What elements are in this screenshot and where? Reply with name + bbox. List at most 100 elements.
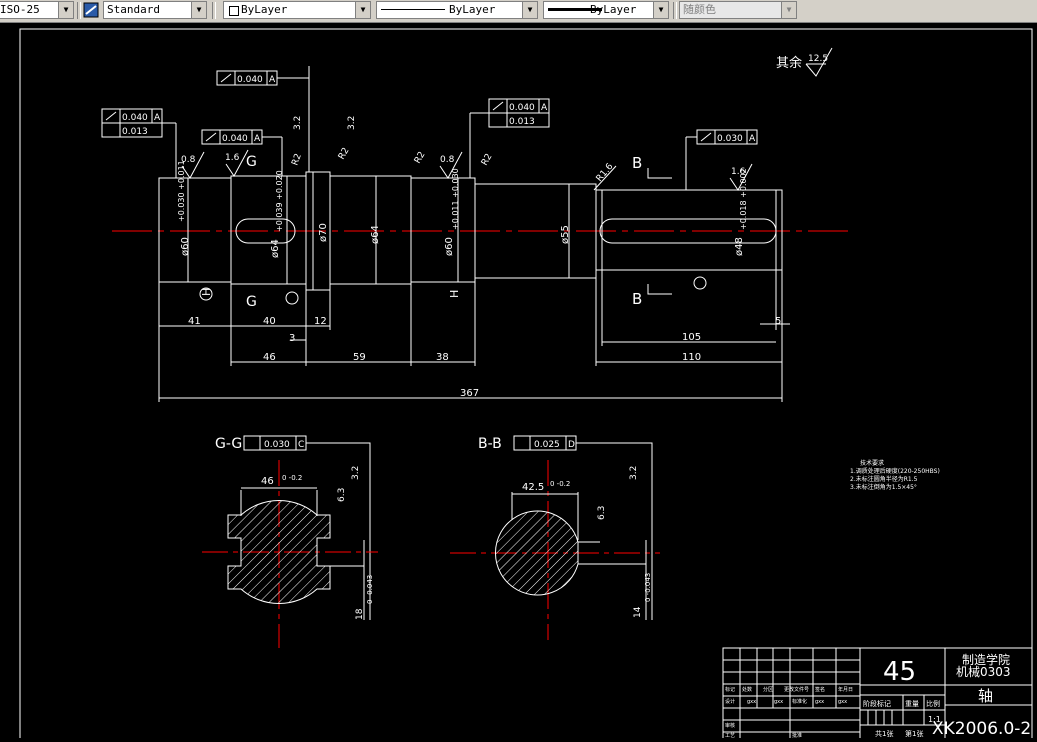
roughness-16-a: 1.6 bbox=[225, 153, 240, 163]
title-row-label-3: 分区 bbox=[763, 686, 773, 693]
dia-60a-label: ø60 bbox=[180, 237, 191, 256]
tol-value: 0.040 bbox=[222, 134, 248, 144]
dia-48-label: ø48 bbox=[734, 237, 745, 256]
dim-110: 110 bbox=[682, 352, 701, 363]
radius-r2-a: R2 bbox=[290, 152, 303, 167]
chevron-down-icon[interactable]: ▼ bbox=[653, 2, 668, 18]
dimstyle-dropdown[interactable]: ISO-25 ▼ bbox=[0, 1, 74, 19]
properties-toolbar: ISO-25 ▼ Standard ▼ ByLayer ▼ ByLayer ▼ … bbox=[0, 0, 1037, 23]
section-gg-tol: 0.030 bbox=[264, 440, 290, 450]
roughness-32-b: 3.2 bbox=[347, 116, 357, 130]
text-style-icon[interactable] bbox=[83, 2, 99, 18]
tol-value: 0.040 bbox=[509, 103, 535, 113]
chevron-down-icon[interactable]: ▼ bbox=[58, 2, 73, 18]
section-gg-18: 18 bbox=[355, 608, 365, 620]
section-bb-shape bbox=[495, 510, 579, 596]
dim-105: 105 bbox=[682, 332, 701, 343]
section-bb-14-tol: 0 -0.043 bbox=[644, 573, 652, 602]
tol-datum: A bbox=[254, 134, 261, 144]
datum-h: H bbox=[448, 290, 461, 298]
roughness-08-b: 0.8 bbox=[440, 155, 455, 165]
dim-3: 3 bbox=[289, 333, 295, 344]
radius-r2-c: R2 bbox=[413, 150, 428, 165]
tol-datum: A bbox=[269, 75, 276, 85]
section-b-top: B bbox=[632, 154, 642, 172]
section-gg-roughness: 3.2 bbox=[351, 466, 361, 480]
linetype-dropdown[interactable]: ByLayer ▼ bbox=[376, 1, 538, 19]
other-roughness-label: 其余 bbox=[776, 55, 802, 71]
chevron-down-icon[interactable]: ▼ bbox=[522, 2, 537, 18]
plotstyle-dropdown[interactable]: 随颜色 ▼ bbox=[679, 1, 797, 19]
tol-frame-mid: 0.040 A 0.013 bbox=[469, 98, 550, 178]
tol-value: 0.040 bbox=[237, 75, 263, 85]
chevron-down-icon[interactable]: ▼ bbox=[355, 2, 370, 18]
section-bb-63: 6.3 bbox=[597, 506, 607, 520]
section-gg-46-tol: 0 -0.2 bbox=[282, 474, 302, 482]
dim-12: 12 bbox=[314, 316, 327, 327]
review-label: 审核 bbox=[725, 722, 735, 729]
dim-38: 38 bbox=[436, 352, 449, 363]
tol-datum: A bbox=[749, 134, 756, 144]
section-bb-roughness: 3.2 bbox=[629, 466, 639, 480]
dimstyle-value: ISO-25 bbox=[0, 3, 40, 16]
section-b-arrow-top bbox=[647, 168, 672, 179]
section-bb-14: 14 bbox=[633, 606, 643, 618]
note-2: 2.未标注圆角半径为R1.5 bbox=[850, 475, 918, 483]
section-gg-shape bbox=[227, 499, 331, 605]
plotstyle-value: 随颜色 bbox=[683, 3, 716, 16]
section-gg-label: G-G bbox=[215, 436, 242, 452]
chevron-down-icon[interactable]: ▼ bbox=[781, 2, 796, 18]
section-gg-datum: C bbox=[298, 440, 304, 450]
datum-a-circle bbox=[693, 276, 707, 290]
tol-frame-g: 0.040 A bbox=[201, 129, 283, 176]
notes-title: 技术要求 bbox=[860, 459, 884, 467]
stage-label: 阶段标记 bbox=[863, 699, 891, 708]
title-row-label-1: 标记 bbox=[725, 686, 735, 693]
radius-r2-d: R2 bbox=[480, 152, 495, 167]
title-row-label-2: 处数 bbox=[742, 686, 752, 693]
color-dropdown[interactable]: ByLayer ▼ bbox=[223, 1, 371, 19]
textstyle-dropdown[interactable]: Standard ▼ bbox=[103, 1, 207, 19]
process-label: 工艺 bbox=[725, 733, 735, 738]
drawing-canvas[interactable]: 其余 12.5 ø60 +0.030 +0.011 ø64 +0.039 +0.… bbox=[0, 22, 1037, 742]
dim-41: 41 bbox=[188, 316, 201, 327]
section-bb-425: 42.5 bbox=[522, 482, 544, 493]
other-roughness-value: 12.5 bbox=[808, 54, 828, 64]
radius-r16: R1.6 bbox=[595, 162, 616, 184]
linetype-sample bbox=[381, 9, 445, 10]
section-bb-leader bbox=[576, 442, 653, 620]
section-bb-tol: 0.025 bbox=[534, 440, 560, 450]
dim-46: 46 bbox=[263, 352, 276, 363]
dia-60b-label: ø60 bbox=[444, 237, 455, 256]
drawing-frame bbox=[19, 28, 1033, 742]
datum-h-left: H bbox=[200, 288, 213, 296]
sheets-total: 共1张 bbox=[875, 729, 893, 738]
part-name: 轴 bbox=[978, 687, 993, 705]
dim-59: 59 bbox=[353, 352, 366, 363]
dia-64-tol: +0.039 +0.020 bbox=[275, 170, 284, 232]
drawing-number: XK2006.0-2 bbox=[932, 719, 1031, 738]
lineweight-dropdown[interactable]: ByLayer ▼ bbox=[543, 1, 669, 19]
toolbar-separator bbox=[212, 2, 216, 19]
chevron-down-icon[interactable]: ▼ bbox=[191, 2, 206, 18]
dim-367: 367 bbox=[460, 388, 479, 399]
note-3: 3.未标注倒角为1.5×45° bbox=[850, 483, 917, 491]
scale-label: 比例 bbox=[926, 699, 940, 708]
dia-70-label: ø70 bbox=[318, 223, 329, 242]
tol-value: 0.040 bbox=[122, 113, 148, 123]
material-value: 45 bbox=[883, 657, 916, 687]
section-bb-label: B-B bbox=[478, 436, 502, 452]
class-name: 机械0303 bbox=[956, 664, 1011, 679]
toolbar-separator bbox=[77, 2, 81, 19]
designer-sign: gxx bbox=[747, 699, 756, 705]
design-label: 设计 bbox=[725, 698, 735, 705]
datum-a-circle bbox=[285, 291, 299, 305]
std-label: 标准化 bbox=[792, 698, 807, 705]
approve-label: 批准 bbox=[792, 732, 802, 738]
section-gg-18-tol: 0 -0.043 bbox=[366, 575, 374, 604]
std-sign-2: gxx bbox=[838, 699, 847, 705]
roughness-32-a: 3.2 bbox=[293, 116, 303, 130]
dia-64-label: ø64 bbox=[270, 239, 281, 258]
radius-r2-b: R2 bbox=[337, 146, 352, 161]
dim-40: 40 bbox=[263, 316, 276, 327]
